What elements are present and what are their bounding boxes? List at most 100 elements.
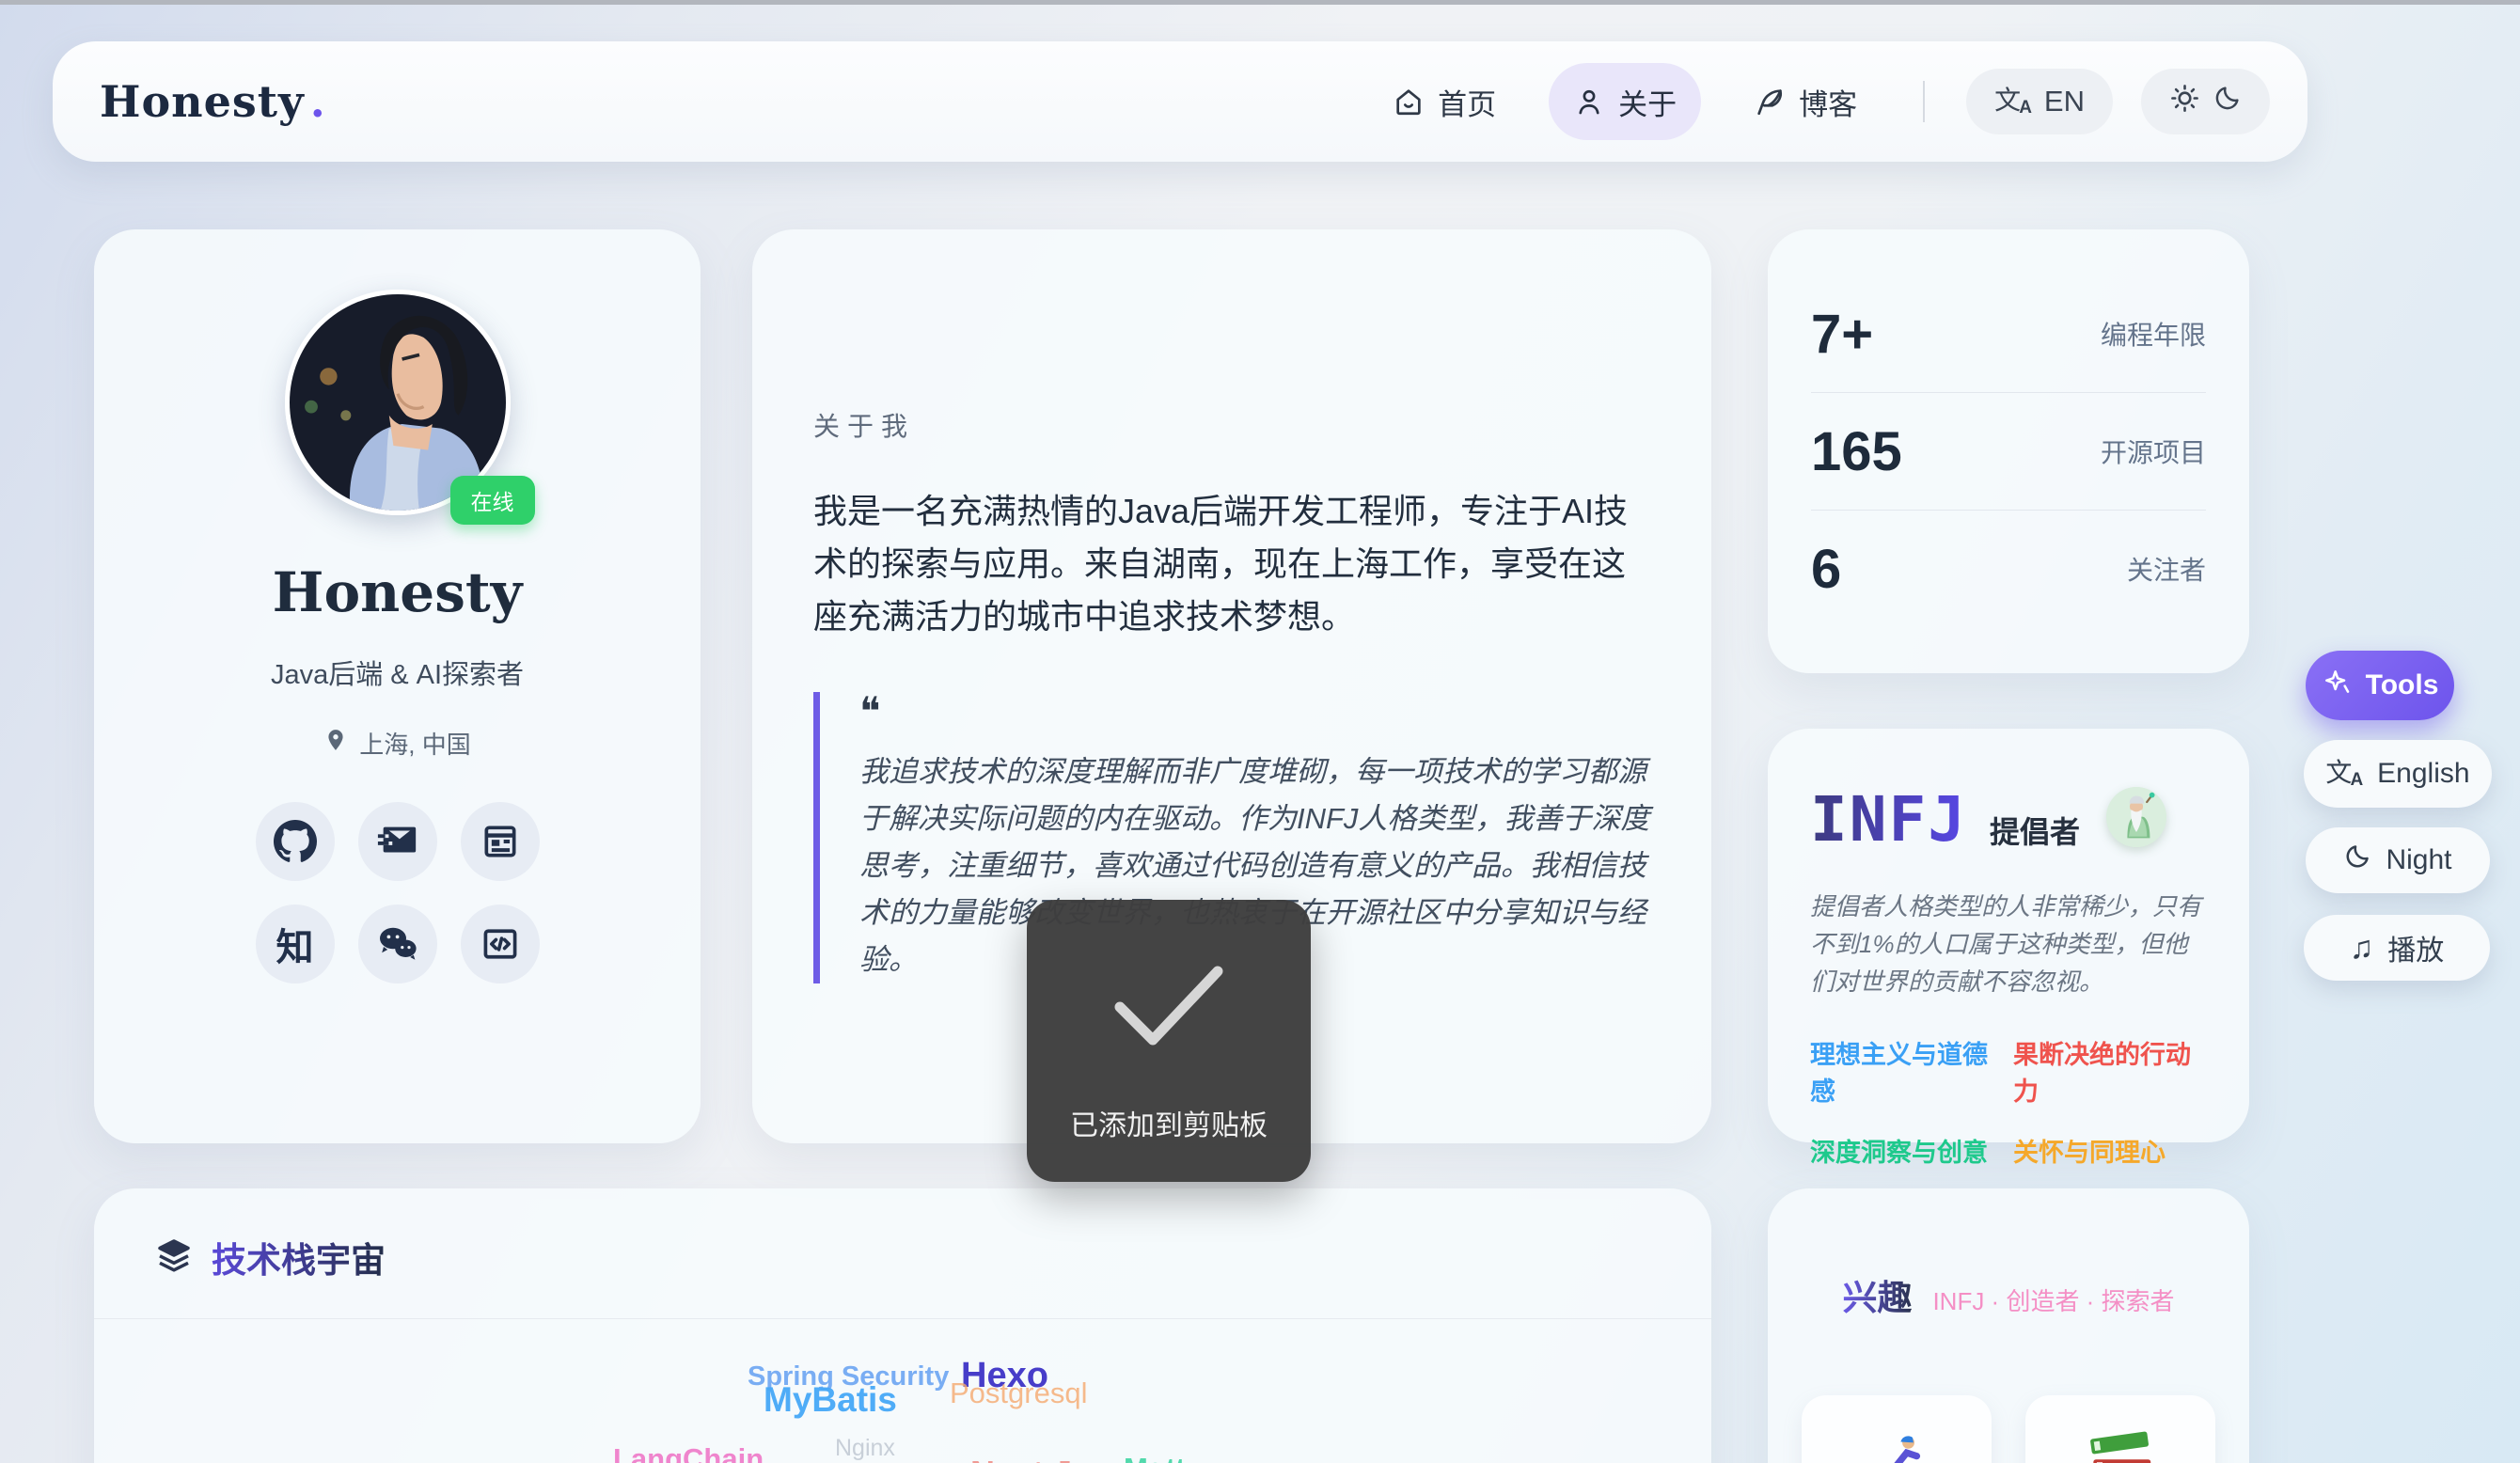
sparkle-icon — [2322, 667, 2352, 704]
stat-label: 编程年限 — [2101, 315, 2206, 353]
moon-icon — [2343, 842, 2371, 878]
quote-mark-icon: ❝ — [859, 692, 1664, 732]
nav-item-blog[interactable]: 博客 — [1729, 63, 1882, 140]
profile-name: Honesty — [273, 560, 523, 624]
wechat-icon — [375, 921, 420, 967]
page: Honesty. 首页 关于 博客 — [0, 0, 2520, 1463]
interests-title: 兴趣 — [1842, 1269, 1912, 1320]
cyclist-icon — [1856, 1429, 1937, 1463]
play-music-button[interactable]: ♫ 播放 — [2304, 915, 2490, 981]
location-pin-icon — [323, 728, 348, 759]
about-paragraph: 我是一名充满热情的Java后端开发工程师，专注于AI技术的探索与应用。来自湖南，… — [813, 485, 1655, 643]
interest-tile-cycling[interactable] — [1802, 1395, 1992, 1463]
mbti-type: INFJ — [1810, 783, 1967, 856]
mbti-traits: 理想主义与道德感果断决绝的行动力深度洞察与创意关怀与同理心 — [1810, 1034, 2207, 1169]
advocate-avatar — [2106, 787, 2166, 847]
mbti-card: INFJ 提倡者 提倡者人格类型的人非常稀少，只有不到1%的人口属于这种类型，但… — [1768, 729, 2249, 1142]
logo[interactable]: Honesty. — [100, 76, 326, 127]
navbar: Honesty. 首页 关于 博客 — [53, 41, 2307, 162]
mbti-type-label: 提倡者 — [1990, 809, 2080, 852]
nav-item-label: 博客 — [1799, 81, 1857, 123]
translate-icon: 文A — [1994, 87, 2032, 117]
mbti-trait: 理想主义与道德感 — [1810, 1034, 2004, 1108]
play-music-label: 播放 — [2387, 927, 2444, 968]
music-note-icon: ♫ — [2350, 932, 2374, 964]
email-button[interactable] — [358, 802, 437, 881]
stat-value: 6 — [1811, 538, 1841, 601]
interests-subtitle: INFJ · 创造者 · 探索者 — [1932, 1282, 2174, 1317]
social-links: 知 — [256, 802, 540, 983]
navbar-divider — [1923, 81, 1925, 122]
nav-item-home[interactable]: 首页 — [1368, 63, 1520, 140]
stat-label: 开源项目 — [2101, 433, 2206, 470]
profile-card: 在线 Honesty Java后端 & AI探索者 上海, 中国 — [94, 229, 701, 1143]
zhihu-button[interactable]: 知 — [256, 905, 335, 983]
location-text: 上海, 中国 — [359, 726, 470, 761]
language-label: EN — [2044, 85, 2085, 118]
avatar-wrap: 在线 — [285, 290, 511, 515]
code-button[interactable] — [461, 905, 540, 983]
stat-row: 165开源项目 — [1811, 397, 2206, 506]
books-icon — [2080, 1429, 2161, 1463]
logo-dot: . — [310, 76, 326, 127]
stat-row: 6 关注者 — [1811, 514, 2206, 623]
stat-value: 7+ — [1811, 303, 1873, 366]
nav-item-about[interactable]: 关于 — [1549, 63, 1701, 140]
tech-cloud-word[interactable]: Next.Js — [970, 1454, 1091, 1463]
online-status-badge: 在线 — [450, 476, 535, 525]
mbti-trait: 深度洞察与创意 — [1810, 1132, 2004, 1169]
mbti-description: 提倡者人格类型的人非常稀少，只有不到1%的人口属于这种类型，但他们对世界的贡献不… — [1810, 888, 2207, 1000]
sun-icon — [2169, 83, 2200, 121]
newspaper-icon — [480, 821, 521, 862]
tech-cloud-word[interactable]: Mqtt — [1124, 1452, 1185, 1463]
stats-list: 7+ 编程年限 165开源项目 6 关注者 — [1811, 279, 2206, 623]
tech-cloud-word[interactable]: Postgresql — [950, 1376, 1087, 1410]
clipboard-toast: 已添加到剪贴板 — [1027, 900, 1311, 1182]
stats-divider — [1811, 392, 2206, 393]
wechat-button[interactable] — [358, 905, 437, 983]
toast-message: 已添加到剪贴板 — [1070, 1102, 1268, 1143]
night-mode-button[interactable]: Night — [2306, 827, 2490, 893]
github-icon — [274, 820, 317, 863]
tech-cloud: Spring SecurityMyBatisHexoPostgresqlNgin… — [94, 1188, 1711, 1463]
tools-button[interactable]: Tools — [2306, 651, 2454, 720]
tech-cloud-word[interactable]: Nginx — [835, 1435, 895, 1462]
profile-location: 上海, 中国 — [323, 726, 470, 761]
language-toggle[interactable]: 文A EN — [1966, 69, 2113, 134]
blog-button[interactable] — [461, 802, 540, 881]
github-button[interactable] — [256, 802, 335, 881]
language-switch-label: English — [2377, 758, 2469, 790]
navbar-menu: 首页 关于 博客 文A EN — [1368, 63, 2270, 140]
theme-toggle[interactable] — [2141, 69, 2270, 134]
tools-label: Tools — [2366, 669, 2439, 701]
mail-send-icon — [376, 820, 419, 863]
mbti-header: INFJ 提倡者 — [1810, 783, 2207, 856]
night-mode-label: Night — [2386, 844, 2451, 876]
stat-label: 关注者 — [2127, 550, 2206, 588]
tech-cloud-word[interactable]: LangChain — [613, 1442, 764, 1463]
moon-icon — [2213, 84, 2242, 120]
interests-card: 兴趣 INFJ · 创造者 · 探索者 — [1768, 1188, 2249, 1463]
about-heading: 关于我 — [813, 406, 1650, 444]
nav-item-label: 关于 — [1618, 81, 1677, 123]
tech-cloud-word[interactable]: MyBatis — [764, 1380, 897, 1420]
tech-stack-card: 技术栈宇宙 Spring SecurityMyBatisHexoPostgres… — [94, 1188, 1711, 1463]
stat-row: 7+ 编程年限 — [1811, 279, 2206, 388]
nav-item-label: 首页 — [1438, 81, 1496, 123]
zhihu-icon: 知 — [276, 917, 314, 971]
mbti-trait: 关怀与同理心 — [2013, 1132, 2207, 1169]
user-icon — [1573, 86, 1605, 118]
interest-tile-reading[interactable] — [2025, 1395, 2215, 1463]
feather-icon — [1754, 86, 1786, 118]
translate-icon: 文A — [2325, 760, 2363, 789]
check-icon — [1109, 900, 1229, 1055]
interests-tiles — [1802, 1395, 2215, 1463]
language-switch-button[interactable]: 文A English — [2304, 740, 2492, 808]
code-icon — [480, 923, 521, 965]
home-icon — [1393, 86, 1425, 118]
mbti-trait: 果断决绝的行动力 — [2013, 1034, 2207, 1108]
stats-divider — [1811, 510, 2206, 511]
interests-header: 兴趣 INFJ · 创造者 · 探索者 — [1842, 1269, 2174, 1320]
profile-title: Java后端 & AI探索者 — [271, 653, 524, 692]
stats-card: 7+ 编程年限 165开源项目 6 关注者 — [1768, 229, 2249, 673]
